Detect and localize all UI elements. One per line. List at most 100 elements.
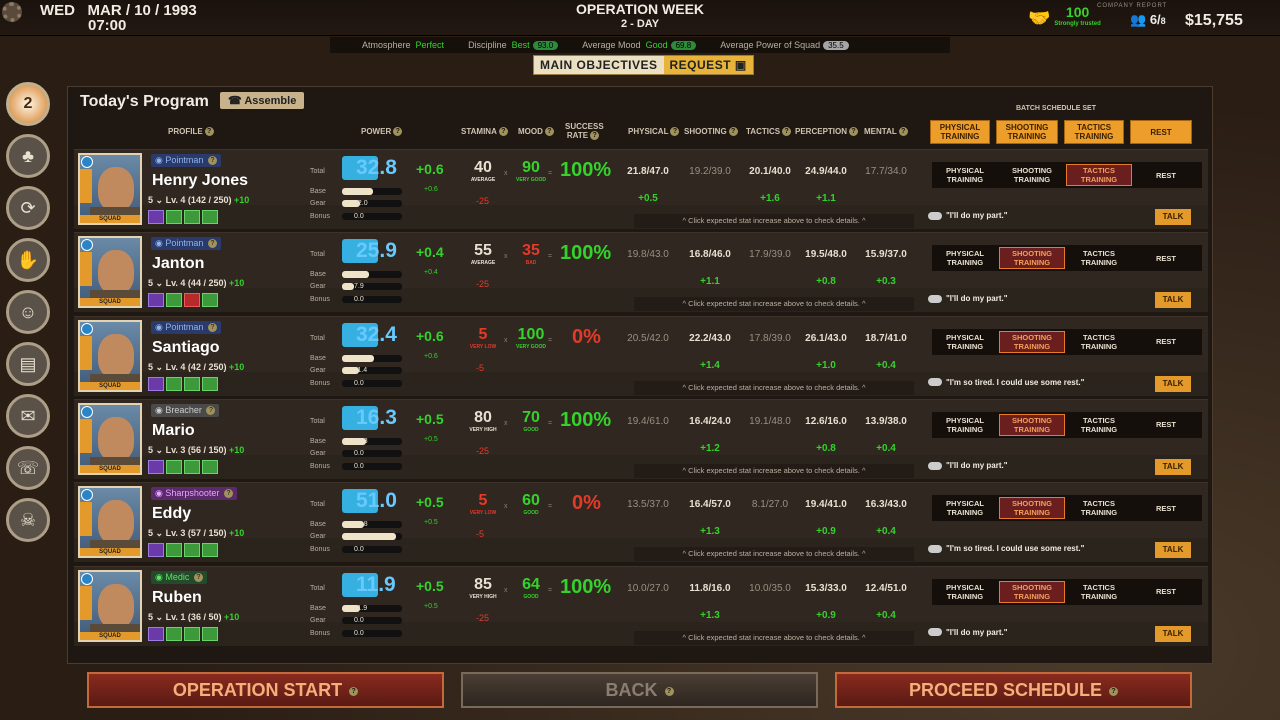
trust-indicator[interactable]: 🤝 100 Strongly trusted <box>1028 5 1101 30</box>
assemble-button[interactable]: ☎ Assemble <box>220 92 305 109</box>
portrait[interactable]: SQUAD <box>78 153 142 225</box>
trait-icon[interactable] <box>202 626 218 641</box>
stat-perc-increase[interactable]: +1.0 <box>798 360 854 371</box>
trait-icon[interactable] <box>184 459 200 474</box>
chevron-down-icon[interactable]: ⌄ <box>156 278 164 288</box>
training-tac-button[interactable]: TACTICS TRAINING <box>1066 247 1132 269</box>
operation-start-button[interactable]: OPERATION START ? <box>87 672 444 708</box>
trait-icon[interactable] <box>166 459 182 474</box>
money-icon[interactable]: ▤ <box>6 342 50 386</box>
training-rest-button[interactable]: REST <box>1133 164 1199 186</box>
talk-button[interactable]: TALK <box>1155 625 1191 642</box>
training-rest-button[interactable]: REST <box>1133 414 1199 436</box>
stat-shoot-increase[interactable]: +1.3 <box>682 610 738 621</box>
settings-gear-icon[interactable] <box>2 2 22 22</box>
trait-icon[interactable] <box>166 376 182 391</box>
trait-icon[interactable] <box>202 459 218 474</box>
stat-perc-increase[interactable]: +0.9 <box>798 526 854 537</box>
stat-ment-increase[interactable]: +0.4 <box>858 443 914 454</box>
stat-perc-increase[interactable]: +0.8 <box>798 443 854 454</box>
portrait[interactable]: SQUAD <box>78 402 142 475</box>
trait-icon[interactable] <box>166 210 182 224</box>
training-phys-button[interactable]: PHYSICAL TRAINING <box>932 164 998 186</box>
training-shoot-button[interactable]: SHOOTING TRAINING <box>999 330 1065 353</box>
training-tac-button[interactable]: TACTICS TRAINING <box>1066 581 1132 603</box>
stat-ment-increase[interactable]: +0.4 <box>858 610 914 621</box>
trait-icon[interactable] <box>166 543 182 558</box>
training-phys-button[interactable]: PHYSICAL TRAINING <box>932 581 998 603</box>
training-shoot-button[interactable]: SHOOTING TRAINING <box>999 580 1065 603</box>
trait-icon[interactable] <box>184 543 200 558</box>
batch-tactics-button[interactable]: TACTICS TRAINING <box>1064 120 1124 144</box>
trait-icon[interactable] <box>148 543 164 558</box>
mercenary-icon[interactable]: ☺ <box>6 290 50 334</box>
portrait[interactable]: SQUAD <box>78 486 142 559</box>
stat-shoot-increase[interactable]: +1.1 <box>682 276 738 287</box>
trait-icon[interactable] <box>184 293 200 308</box>
trait-icon[interactable] <box>148 459 164 474</box>
stat-perc-increase[interactable]: +0.9 <box>798 610 854 621</box>
talk-button[interactable]: TALK <box>1155 458 1191 475</box>
training-rest-button[interactable]: REST <box>1133 581 1199 603</box>
stat-shoot-increase[interactable]: +1.4 <box>682 360 738 371</box>
stat-shoot-increase[interactable]: +1.3 <box>682 526 738 537</box>
trait-icon[interactable] <box>148 293 164 308</box>
portrait[interactable]: SQUAD <box>78 236 142 309</box>
stat-ment-increase[interactable]: +0.4 <box>858 360 914 371</box>
proceed-schedule-button[interactable]: PROCEED SCHEDULE ? <box>835 672 1192 708</box>
trait-icon[interactable] <box>184 210 200 224</box>
batch-shooting-button[interactable]: SHOOTING TRAINING <box>996 120 1058 144</box>
batch-rest-button[interactable]: REST <box>1130 120 1192 144</box>
training-tac-button[interactable]: TACTICS TRAINING <box>1066 497 1132 519</box>
training-phys-button[interactable]: PHYSICAL TRAINING <box>932 497 998 519</box>
chevron-down-icon[interactable]: ⌄ <box>156 445 164 455</box>
talk-button[interactable]: TALK <box>1155 209 1191 225</box>
training-rest-button[interactable]: REST <box>1133 497 1199 519</box>
trait-icon[interactable] <box>202 543 218 558</box>
batch-physical-button[interactable]: PHYSICAL TRAINING <box>930 120 990 144</box>
trait-icon[interactable] <box>202 293 218 308</box>
squad-icon[interactable]: ♣ <box>6 134 50 178</box>
training-phys-button[interactable]: PHYSICAL TRAINING <box>932 331 998 353</box>
training-phys-button[interactable]: PHYSICAL TRAINING <box>932 414 998 436</box>
trait-icon[interactable] <box>166 293 182 308</box>
day-counter-button[interactable]: 2 <box>6 82 50 126</box>
stat-shoot-increase[interactable]: +1.2 <box>682 443 738 454</box>
training-shoot-button[interactable]: SHOOTING TRAINING <box>999 497 1065 520</box>
training-phys-button[interactable]: PHYSICAL TRAINING <box>932 247 998 269</box>
trait-icon[interactable] <box>148 626 164 641</box>
handshake-menu-icon[interactable]: ✋ <box>6 238 50 282</box>
stat-perc-increase[interactable]: +0.8 <box>798 276 854 287</box>
trait-icon[interactable] <box>184 376 200 391</box>
chevron-down-icon[interactable]: ⌄ <box>156 528 164 538</box>
human-resource-count[interactable]: 👥 6/8 <box>1130 12 1166 28</box>
portrait[interactable]: SQUAD <box>78 569 142 642</box>
chevron-down-icon[interactable]: ⌄ <box>156 195 164 205</box>
trait-icon[interactable] <box>148 376 164 391</box>
training-tac-button[interactable]: TACTICS TRAINING <box>1066 164 1132 186</box>
training-rest-button[interactable]: REST <box>1133 331 1199 353</box>
mail-icon[interactable]: ✉ <box>6 394 50 438</box>
stat-ment-increase[interactable]: +0.4 <box>858 526 914 537</box>
back-button[interactable]: BACK ? <box>461 672 818 708</box>
chevron-down-icon[interactable]: ⌄ <box>156 612 164 622</box>
training-rest-button[interactable]: REST <box>1133 247 1199 269</box>
training-shoot-button[interactable]: SHOOTING TRAINING <box>999 164 1065 186</box>
trait-icon[interactable] <box>166 626 182 641</box>
training-shoot-button[interactable]: SHOOTING TRAINING <box>999 247 1065 270</box>
training-shoot-button[interactable]: SHOOTING TRAINING <box>999 413 1065 436</box>
trait-icon[interactable] <box>202 210 218 224</box>
skull-icon[interactable]: ☠ <box>6 498 50 542</box>
stat-perc-increase[interactable]: +1.1 <box>798 193 854 204</box>
trait-icon[interactable] <box>148 210 164 224</box>
training-tac-button[interactable]: TACTICS TRAINING <box>1066 414 1132 436</box>
stat-phys-increase[interactable]: +0.5 <box>620 193 676 204</box>
trait-icon[interactable] <box>184 626 200 641</box>
talk-button[interactable]: TALK <box>1155 375 1191 392</box>
stat-ment-increase[interactable]: +0.3 <box>858 276 914 287</box>
stat-tac-increase[interactable]: +1.6 <box>742 193 798 204</box>
portrait[interactable]: SQUAD <box>78 319 142 392</box>
chevron-down-icon[interactable]: ⌄ <box>156 362 164 372</box>
radio-icon[interactable]: ☏ <box>6 446 50 490</box>
talk-button[interactable]: TALK <box>1155 292 1191 309</box>
